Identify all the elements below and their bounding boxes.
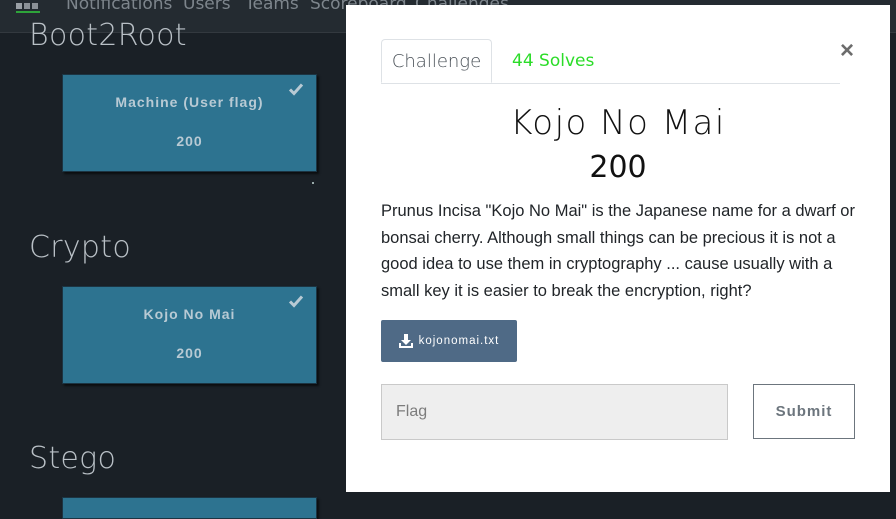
challenge-description: Prunus Incisa "Kojo No Mai" is the Japan… (381, 202, 855, 300)
submit-button[interactable]: Submit (753, 384, 855, 439)
check-icon (288, 83, 304, 96)
logo-icon[interactable] (16, 0, 40, 13)
challenge-card-value: 200 (176, 345, 203, 361)
challenge-card-value: 200 (176, 133, 203, 149)
close-button[interactable]: × (836, 38, 858, 64)
download-icon (398, 334, 413, 348)
file-name: kojonomai.txt (418, 335, 500, 347)
challenge-modal: Challenge 44 Solves × Kojo No Mai 200 Pr… (346, 5, 890, 492)
tab-solves[interactable]: 44 Solves (512, 39, 594, 83)
challenge-card[interactable]: Machine (User flag) 200 (62, 74, 317, 172)
nav-users[interactable]: Users (183, 0, 231, 14)
nav-notifications[interactable]: Notifications (66, 0, 172, 14)
category-title-boot2root: Boot2Root (29, 18, 187, 53)
challenge-card[interactable]: Kojo No Mai 200 (62, 286, 317, 384)
challenge-title: Kojo No Mai (510, 103, 726, 143)
challenge-value: 200 (589, 150, 647, 185)
modal-tabs: Challenge 44 Solves (381, 39, 840, 84)
challenge-card[interactable] (62, 497, 317, 519)
challenge-card-name: Machine (User flag) (115, 94, 264, 110)
category-title-crypto: Crypto (29, 230, 131, 265)
nav-teams[interactable]: Teams (245, 0, 299, 14)
category-title-stego: Stego (29, 441, 117, 476)
divider-dot (312, 182, 314, 184)
file-download-button[interactable]: kojonomai.txt (381, 320, 517, 362)
challenge-card-name: Kojo No Mai (143, 306, 236, 322)
check-icon (288, 295, 304, 308)
flag-input[interactable] (381, 384, 728, 440)
tab-challenge[interactable]: Challenge (381, 39, 492, 83)
